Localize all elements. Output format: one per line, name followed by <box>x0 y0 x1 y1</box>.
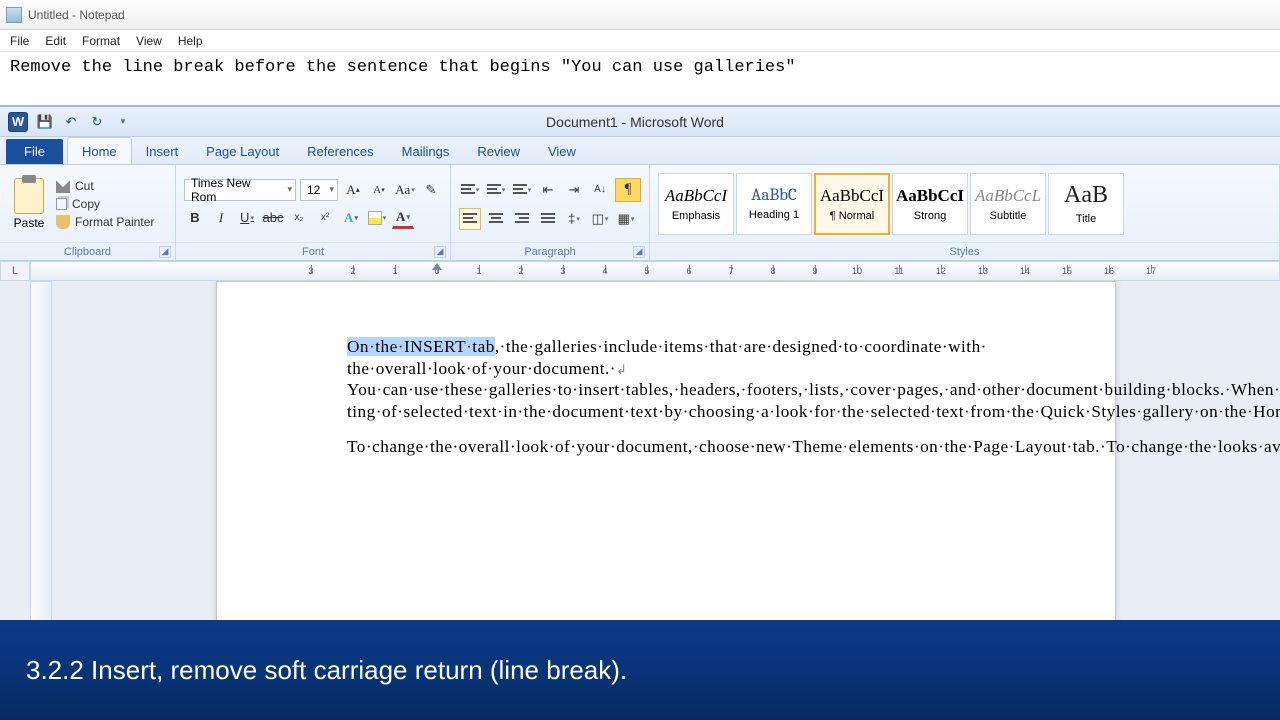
style-sub[interactable]: AaBbCcLSubtitle <box>970 173 1046 235</box>
notepad-icon <box>6 7 22 23</box>
align-center-button[interactable] <box>485 208 507 230</box>
group-paragraph: ⇤ ⇥ A↓ ¶ ‡ ◫ ▦ Paragr <box>451 165 650 260</box>
strikethrough-button[interactable]: abc <box>262 207 284 229</box>
word-window: W 💾 ↶ ↻ ▾ Document1 - Microsoft Word Fil… <box>0 105 1280 623</box>
tab-references[interactable]: References <box>293 138 387 164</box>
shading-icon[interactable]: ◫ <box>589 208 611 230</box>
paragraph-2[interactable]: To·change·the·overall·look·of·your·docum… <box>347 436 985 458</box>
selected-text[interactable]: On·the·INSERT·tab <box>347 337 495 356</box>
notepad-menu-view[interactable]: View <box>136 34 162 48</box>
tab-home[interactable]: Home <box>67 137 132 164</box>
group-clipboard: Paste Cut Copy Format Painter Clipboard ◢ <box>0 165 176 260</box>
tab-insert[interactable]: Insert <box>132 138 193 164</box>
clipboard-launcher-icon[interactable]: ◢ <box>159 246 171 258</box>
copy-icon <box>56 198 67 210</box>
cut-button[interactable]: Cut <box>56 179 154 193</box>
italic-button[interactable]: I <box>210 207 232 229</box>
undo-icon[interactable]: ↶ <box>62 113 80 131</box>
font-color-icon[interactable]: A <box>392 207 414 229</box>
notepad-menu-file[interactable]: File <box>10 34 29 48</box>
soft-return-mark: ↲ <box>616 362 627 377</box>
show-hide-pilcrow-button[interactable]: ¶ <box>615 178 641 202</box>
font-group-label: Font <box>302 246 324 258</box>
document-area[interactable]: On·the·INSERT·tab,·the·galleries·include… <box>52 281 1280 623</box>
shrink-font-icon[interactable]: A▾ <box>368 179 390 201</box>
notepad-content: Remove the line break before the sentenc… <box>10 58 796 77</box>
tab-review[interactable]: Review <box>463 138 534 164</box>
align-right-button[interactable] <box>511 208 533 230</box>
style-normal[interactable]: AaBbCcI¶ Normal <box>814 173 890 235</box>
style-emph[interactable]: AaBbCcIEmphasis <box>658 173 734 235</box>
decrease-indent-icon[interactable]: ⇤ <box>537 179 559 201</box>
paragraph-group-label: Paragraph <box>524 246 575 258</box>
text-effects-icon[interactable]: A <box>340 207 362 229</box>
word-app-icon[interactable]: W <box>8 112 28 132</box>
superscript-button[interactable]: x² <box>314 207 336 229</box>
borders-icon[interactable]: ▦ <box>615 208 637 230</box>
justify-button[interactable] <box>537 208 559 230</box>
brush-icon <box>56 215 70 229</box>
subscript-button[interactable]: x₂ <box>288 207 310 229</box>
font-size-combo[interactable]: 12 <box>300 179 338 201</box>
caption-text: 3.2.2 Insert, remove soft carriage retur… <box>26 655 627 686</box>
change-case-icon[interactable]: Aa <box>394 179 416 201</box>
save-icon[interactable]: 💾 <box>36 113 54 131</box>
paragraph-1[interactable]: On·the·INSERT·tab,·the·galleries·include… <box>347 336 985 422</box>
tab-view[interactable]: View <box>534 138 590 164</box>
notepad-menu-help[interactable]: Help <box>178 34 203 48</box>
highlight-color-icon[interactable] <box>366 207 388 229</box>
underline-button[interactable]: U <box>236 207 258 229</box>
qat-dropdown-icon[interactable]: ▾ <box>114 113 132 131</box>
grow-font-icon[interactable]: A▴ <box>342 179 364 201</box>
notepad-titlebar: Untitled - Notepad <box>0 0 1280 30</box>
clipboard-group-label: Clipboard <box>64 246 111 258</box>
word-titlebar: W 💾 ↶ ↻ ▾ Document1 - Microsoft Word <box>0 107 1280 137</box>
font-launcher-icon[interactable]: ◢ <box>434 246 446 258</box>
group-font: Times New Rom 12 A▴ A▾ Aa ✎ B I U abc x₂… <box>176 165 451 260</box>
numbering-icon[interactable] <box>485 179 507 201</box>
notepad-title-text: Untitled - Notepad <box>28 8 125 22</box>
paragraph-launcher-icon[interactable]: ◢ <box>633 246 645 258</box>
line-spacing-icon[interactable]: ‡ <box>563 208 585 230</box>
copy-button[interactable]: Copy <box>56 197 154 211</box>
quick-access-toolbar: W 💾 ↶ ↻ ▾ <box>0 112 140 132</box>
increase-indent-icon[interactable]: ⇥ <box>563 179 585 201</box>
paste-label: Paste <box>14 216 45 230</box>
style-title[interactable]: AaBTitle <box>1048 173 1124 235</box>
multilevel-list-icon[interactable] <box>511 179 533 201</box>
clear-formatting-icon[interactable]: ✎ <box>420 179 442 201</box>
bold-button[interactable]: B <box>184 207 206 229</box>
styles-group-label: Styles <box>950 246 980 258</box>
style-h1[interactable]: AaBbCHeading 1 <box>736 173 812 235</box>
horizontal-ruler[interactable]: 32101234567891011121314151617 <box>30 261 1280 281</box>
tab-page-layout[interactable]: Page Layout <box>192 138 293 164</box>
document-page[interactable]: On·the·INSERT·tab,·the·galleries·include… <box>216 281 1116 623</box>
vertical-ruler[interactable] <box>30 281 52 623</box>
bullets-icon[interactable] <box>459 179 481 201</box>
tab-file[interactable]: File <box>6 139 63 164</box>
clipboard-icon <box>14 178 44 214</box>
word-title-text: Document1 - Microsoft Word <box>140 114 1130 130</box>
tab-mailings[interactable]: Mailings <box>388 138 464 164</box>
scissors-icon <box>56 179 70 193</box>
styles-gallery[interactable]: AaBbCcIEmphasisAaBbCHeading 1AaBbCcI¶ No… <box>658 173 1124 235</box>
group-styles: AaBbCcIEmphasisAaBbCHeading 1AaBbCcI¶ No… <box>650 165 1280 260</box>
notepad-menu-format[interactable]: Format <box>82 34 120 48</box>
ribbon-tabs: File Home Insert Page Layout References … <box>0 137 1280 165</box>
font-name-combo[interactable]: Times New Rom <box>184 179 296 201</box>
style-strong[interactable]: AaBbCcIStrong <box>892 173 968 235</box>
caption-bar: 3.2.2 Insert, remove soft carriage retur… <box>0 620 1280 720</box>
paste-button[interactable]: Paste <box>8 178 50 230</box>
tab-selector[interactable]: L <box>0 261 30 281</box>
sort-icon[interactable]: A↓ <box>589 179 611 201</box>
format-painter-button[interactable]: Format Painter <box>56 215 154 229</box>
notepad-menu-edit[interactable]: Edit <box>45 34 66 48</box>
notepad-textarea[interactable]: Remove the line break before the sentenc… <box>0 52 1280 105</box>
ribbon: Paste Cut Copy Format Painter Clipboard ◢… <box>0 165 1280 261</box>
notepad-menubar: File Edit Format View Help <box>0 30 1280 52</box>
align-left-button[interactable] <box>459 208 481 230</box>
redo-icon[interactable]: ↻ <box>88 113 106 131</box>
